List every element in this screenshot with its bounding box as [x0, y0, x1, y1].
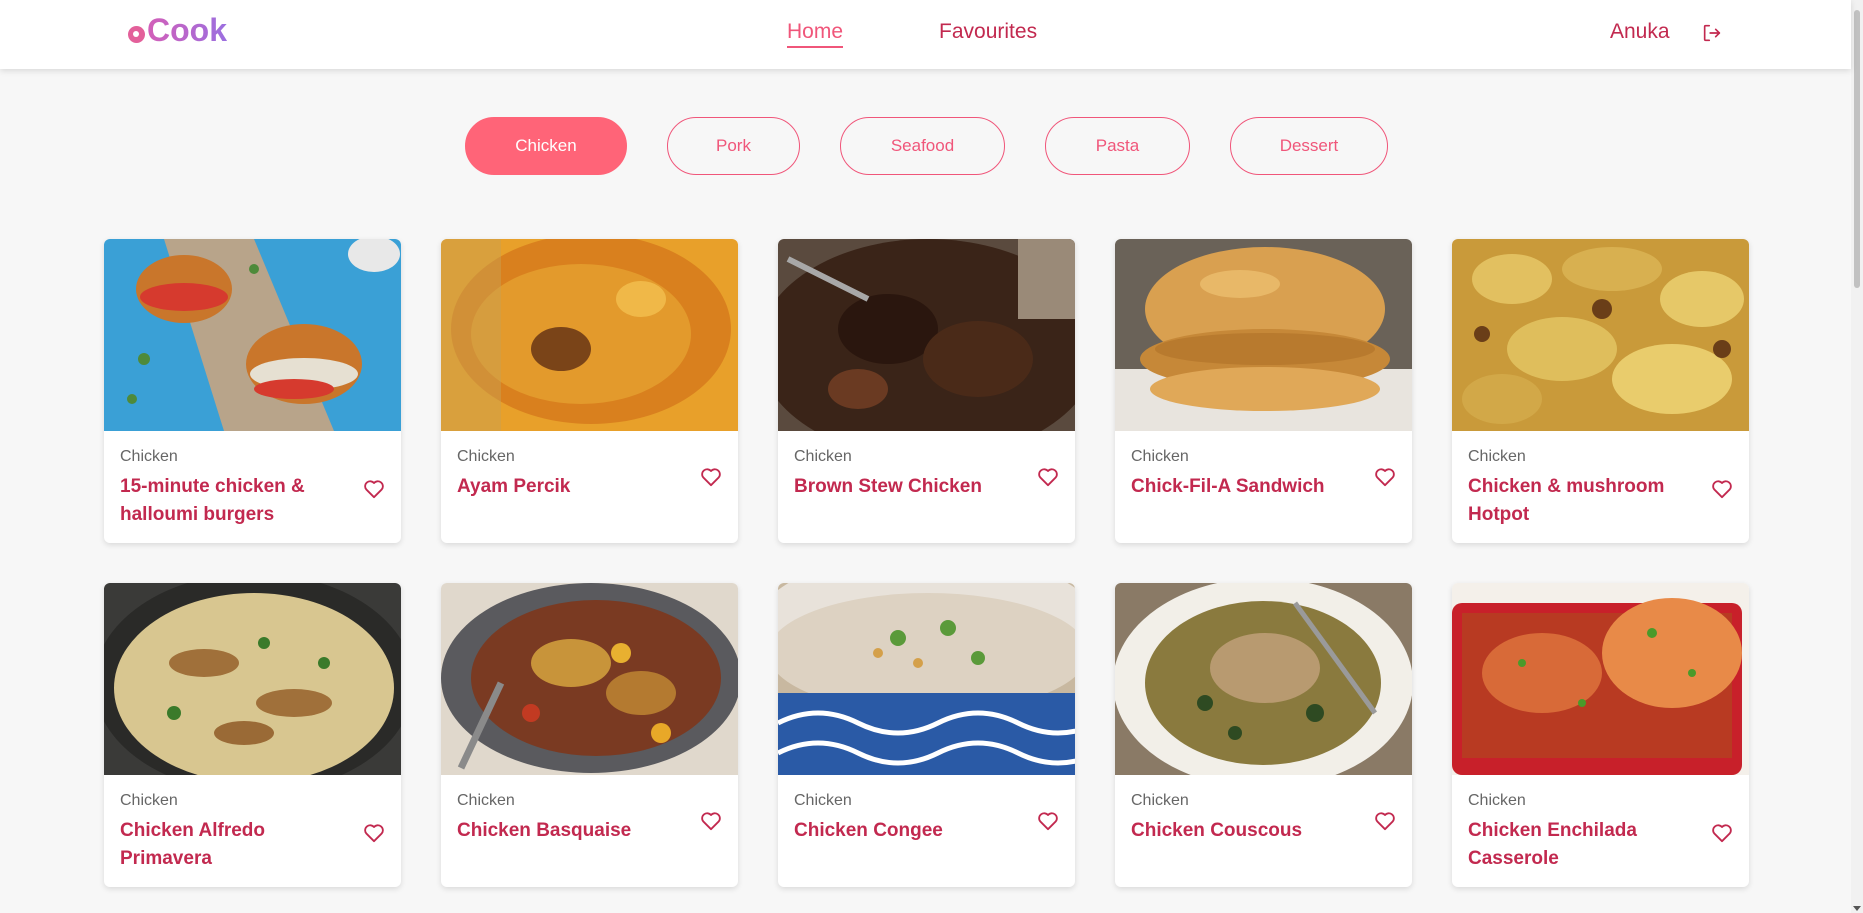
recipe-image [104, 583, 401, 793]
favourite-heart-icon[interactable] [1711, 479, 1733, 499]
user-name[interactable]: Anuka [1610, 20, 1670, 44]
nav-home-link[interactable]: Home [787, 20, 844, 48]
recipe-title[interactable]: 15-minute chicken & halloumi burgers [120, 473, 340, 529]
recipe-card[interactable]: Chicken Brown Stew Chicken [778, 239, 1075, 543]
app-logo[interactable]: Cook [128, 12, 227, 49]
recipe-image [778, 239, 1075, 459]
recipe-card[interactable]: Chicken Chicken & mushroom Hotpot [1452, 239, 1749, 543]
recipe-title[interactable]: Chicken Basquaise [457, 817, 677, 845]
favourite-heart-icon[interactable] [700, 467, 722, 487]
filter-pork[interactable]: Pork [667, 117, 800, 175]
recipe-title[interactable]: Ayam Percik [457, 473, 677, 501]
main-nav: Home Favourites [787, 20, 1037, 48]
recipe-title[interactable]: Chicken Alfredo Primavera [120, 817, 340, 873]
recipe-image [441, 239, 738, 431]
recipe-card[interactable]: Chicken 15-minute chicken & halloumi bur… [104, 239, 401, 543]
scrollbar-thumb[interactable] [1854, 10, 1860, 288]
recipe-image [778, 583, 1075, 775]
recipe-title[interactable]: Brown Stew Chicken [794, 473, 1014, 501]
recipe-card[interactable]: Chicken Chicken Basquaise [441, 583, 738, 887]
recipe-category: Chicken [1468, 792, 1526, 809]
logo-icon [128, 26, 145, 43]
recipe-category: Chicken [120, 448, 178, 465]
recipe-card[interactable]: Chicken Chicken Enchilada Casserole [1452, 583, 1749, 887]
page-scrollbar[interactable] [1851, 0, 1863, 913]
favourite-heart-icon[interactable] [700, 811, 722, 831]
favourite-heart-icon[interactable] [1374, 811, 1396, 831]
favourite-heart-icon[interactable] [363, 479, 385, 499]
filter-seafood[interactable]: Seafood [840, 117, 1005, 175]
recipe-category: Chicken [457, 448, 515, 465]
logo-text: Cook [147, 12, 227, 48]
recipe-title[interactable]: Chicken Couscous [1131, 817, 1351, 845]
recipe-category: Chicken [1468, 448, 1526, 465]
favourite-heart-icon[interactable] [363, 823, 385, 843]
recipe-card[interactable]: Chicken Chicken Congee [778, 583, 1075, 887]
recipe-image [104, 239, 401, 431]
logout-icon[interactable] [1701, 22, 1723, 44]
recipe-category: Chicken [1131, 448, 1189, 465]
recipe-image [1115, 583, 1412, 788]
recipe-title[interactable]: Chicken Enchilada Casserole [1468, 817, 1688, 873]
recipe-title[interactable]: Chicken & mushroom Hotpot [1468, 473, 1688, 529]
recipe-image [1115, 239, 1412, 431]
recipe-image [1452, 583, 1749, 775]
filter-pasta[interactable]: Pasta [1045, 117, 1190, 175]
filter-chicken[interactable]: Chicken [465, 117, 627, 175]
recipe-image [1452, 239, 1749, 431]
favourite-heart-icon[interactable] [1711, 823, 1733, 843]
recipe-card[interactable]: Chicken Chick-Fil-A Sandwich [1115, 239, 1412, 543]
top-navbar: Cook Home Favourites Anuka [0, 0, 1851, 69]
recipe-category: Chicken [457, 792, 515, 809]
recipe-card[interactable]: Chicken Ayam Percik [441, 239, 738, 543]
scroll-down-arrow-icon[interactable] [1853, 906, 1861, 911]
recipe-category: Chicken [794, 448, 852, 465]
recipe-title[interactable]: Chicken Congee [794, 817, 1014, 845]
recipe-category: Chicken [1131, 792, 1189, 809]
favourite-heart-icon[interactable] [1037, 811, 1059, 831]
recipe-category: Chicken [120, 792, 178, 809]
category-filters: Chicken Pork Seafood Pasta Dessert [465, 117, 1388, 175]
filter-dessert[interactable]: Dessert [1230, 117, 1388, 175]
recipe-image [441, 583, 738, 775]
recipe-card[interactable]: Chicken Chicken Alfredo Primavera [104, 583, 401, 887]
recipe-title[interactable]: Chick-Fil-A Sandwich [1131, 473, 1351, 501]
favourite-heart-icon[interactable] [1037, 467, 1059, 487]
recipe-grid: Chicken 15-minute chicken & halloumi bur… [104, 239, 1749, 887]
favourite-heart-icon[interactable] [1374, 467, 1396, 487]
recipe-card[interactable]: Chicken Chicken Couscous [1115, 583, 1412, 887]
recipe-category: Chicken [794, 792, 852, 809]
nav-favourites-link[interactable]: Favourites [939, 20, 1037, 48]
